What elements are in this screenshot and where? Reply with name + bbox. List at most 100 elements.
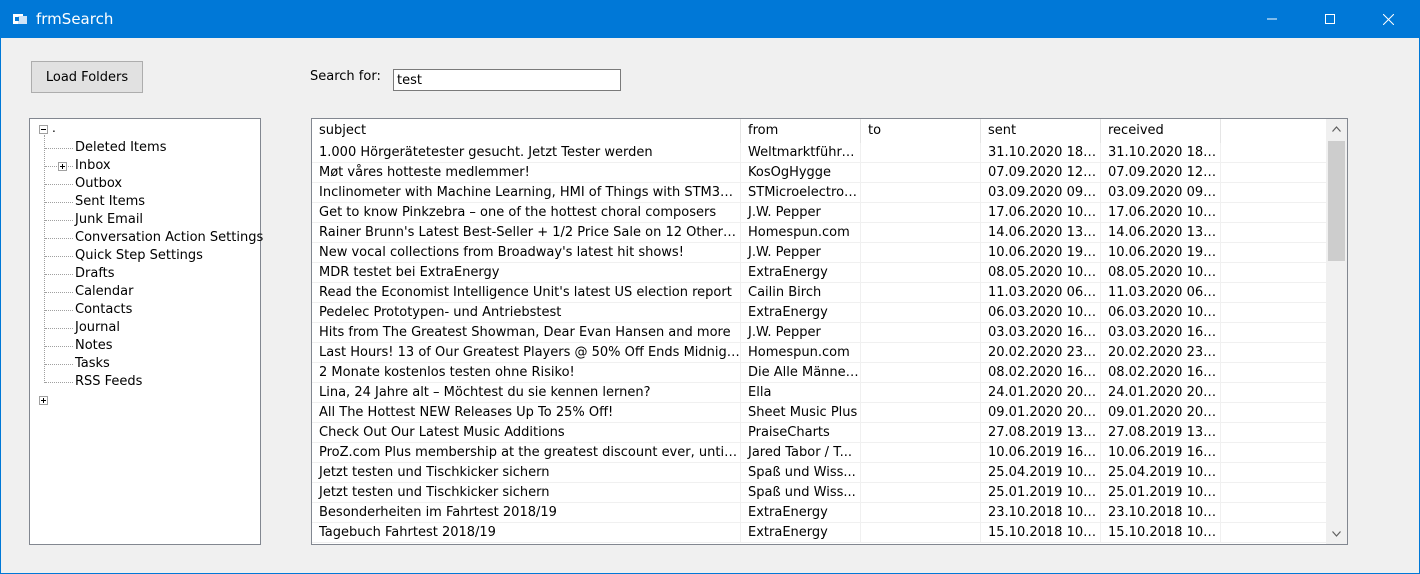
grid-body: 1.000 Hörgerätetester gesucht. Jetzt Tes… (312, 143, 1326, 543)
table-row[interactable]: MDR testet bei ExtraEnergy ExtraEnergy 08.… (312, 263, 1326, 283)
collapse-icon[interactable] (39, 125, 48, 134)
column-header-to[interactable]: to (861, 119, 981, 143)
cell-received: 03.03.2020 16:58:... (1101, 323, 1221, 343)
table-row[interactable]: Hits from The Greatest Showman, Dear Eva… (312, 323, 1326, 343)
tree-item[interactable]: Quick Step Settings (75, 247, 203, 265)
cell-to (861, 503, 981, 523)
table-row[interactable]: New vocal collections from Broadway's la… (312, 243, 1326, 263)
cell-from: Spaß und Wiss... (741, 463, 861, 483)
table-row[interactable]: Inclinometer with Machine Learning, HMI … (312, 183, 1326, 203)
table-row[interactable]: Get to know Pinkzebra – one of the hotte… (312, 203, 1326, 223)
cell-to (861, 423, 981, 443)
cell-subject: All The Hottest NEW Releases Up To 25% O… (312, 403, 741, 423)
column-header-subject[interactable]: subject (312, 119, 741, 143)
tree-item[interactable]: Journal (75, 319, 120, 337)
tree-item[interactable]: Outbox (75, 175, 122, 193)
cell-from: ExtraEnergy (741, 503, 861, 523)
table-row[interactable]: 2 Monate kostenlos testen ohne Risiko! Di… (312, 363, 1326, 383)
cell-sent: 10.06.2019 16:15:... (981, 443, 1101, 463)
tree-connector (45, 148, 73, 149)
cell-to (861, 523, 981, 543)
title-bar[interactable]: frmSearch (0, 0, 1420, 38)
cell-sent: 06.03.2020 10:02:... (981, 303, 1101, 323)
cell-from: J.W. Pepper (741, 203, 861, 223)
minimize-button[interactable] (1243, 0, 1301, 38)
table-row[interactable]: 1.000 Hörgerätetester gesucht. Jetzt Tes… (312, 143, 1326, 163)
scroll-thumb[interactable] (1328, 141, 1345, 261)
results-grid[interactable]: subject from to sent received 1.000 Hörg… (311, 118, 1348, 545)
scroll-down-button[interactable] (1326, 524, 1347, 544)
tree-connector (45, 238, 73, 239)
cell-sent: 25.01.2019 10:00:... (981, 483, 1101, 503)
close-button[interactable] (1359, 0, 1417, 38)
cell-to (861, 203, 981, 223)
cell-to (861, 223, 981, 243)
load-folders-button[interactable]: Load Folders (31, 61, 143, 93)
cell-to (861, 143, 981, 163)
scroll-up-button[interactable] (1326, 119, 1347, 139)
expand-icon[interactable] (58, 162, 67, 171)
tree-item[interactable]: Drafts (75, 265, 115, 283)
cell-received: 08.05.2020 10:14:... (1101, 263, 1221, 283)
cell-from: Weltmarktführer ... (741, 143, 861, 163)
tree-root-label[interactable]: . (52, 121, 56, 135)
search-input[interactable] (393, 69, 621, 91)
cell-received: 09.01.2020 20:50:... (1101, 403, 1221, 423)
cell-to (861, 263, 981, 283)
table-row[interactable]: Check Out Our Latest Music Additions Prai… (312, 423, 1326, 443)
cell-from: Die Alle Männer ... (741, 363, 861, 383)
cell-received: 25.01.2019 10:08:... (1101, 483, 1221, 503)
tree-item[interactable]: Contacts (75, 301, 132, 319)
table-row[interactable]: Jetzt testen und Tischkicker sichern Spa… (312, 483, 1326, 503)
folder-tree[interactable]: . Deleted Items Inbox Outbox Sent Items Junk… (29, 118, 263, 545)
column-header-sent[interactable]: sent (981, 119, 1101, 143)
tree-item[interactable]: Sent Items (75, 193, 145, 211)
tree-item[interactable]: Tasks (75, 355, 110, 373)
cell-received: 10.06.2020 19:19:... (1101, 243, 1221, 263)
tree-item[interactable]: RSS Feeds (75, 373, 142, 391)
cell-to (861, 323, 981, 343)
cell-subject: Jetzt testen und Tischkicker sichern (312, 463, 741, 483)
maximize-button[interactable] (1301, 0, 1359, 38)
cell-subject: MDR testet bei ExtraEnergy (312, 263, 741, 283)
table-row[interactable]: Rainer Brunn's Latest Best-Seller + 1/2 … (312, 223, 1326, 243)
cell-from: STMicroelectron... (741, 183, 861, 203)
client-area: Load Folders Search for: . Deleted Items… (1, 38, 1419, 573)
column-header-received[interactable]: received (1101, 119, 1221, 143)
close-icon (1382, 13, 1394, 25)
cell-sent: 27.08.2019 13:45:... (981, 423, 1101, 443)
vertical-scrollbar[interactable] (1326, 119, 1347, 544)
tree-item[interactable]: Junk Email (75, 211, 143, 229)
tree-item[interactable]: Notes (75, 337, 113, 355)
cell-received: 03.09.2020 09:50:... (1101, 183, 1221, 203)
table-row[interactable]: All The Hottest NEW Releases Up To 25% O… (312, 403, 1326, 423)
tree-connector (45, 310, 73, 311)
cell-to (861, 443, 981, 463)
table-row[interactable]: Jetzt testen und Tischkicker sichern Spa… (312, 463, 1326, 483)
tree-connector (45, 382, 73, 383)
table-row[interactable]: Møt våres hotteste medlemmer! KosOgHygge 0… (312, 163, 1326, 183)
cell-from: ExtraEnergy (741, 263, 861, 283)
table-row[interactable]: Tagebuch Fahrtest 2018/19 ExtraEnergy 15.1… (312, 523, 1326, 543)
tree-connector (45, 274, 73, 275)
cell-received: 20.02.2020 23:09:... (1101, 343, 1221, 363)
table-row[interactable]: Read the Economist Intelligence Unit's l… (312, 283, 1326, 303)
cell-from: Spaß und Wiss... (741, 483, 861, 503)
tree-item[interactable]: Deleted Items (75, 139, 166, 157)
cell-to (861, 383, 981, 403)
cell-received: 10.06.2019 16:15:... (1101, 443, 1221, 463)
table-row[interactable]: Besonderheiten im Fahrtest 2018/19 ExtraE… (312, 503, 1326, 523)
expand-icon[interactable] (39, 396, 48, 405)
cell-from: J.W. Pepper (741, 323, 861, 343)
tree-item[interactable]: Calendar (75, 283, 133, 301)
table-row[interactable]: ProZ.com Plus membership at the greatest… (312, 443, 1326, 463)
cell-subject: Inclinometer with Machine Learning, HMI … (312, 183, 741, 203)
table-row[interactable]: Lina, 24 Jahre alt – Möchtest du sie ken… (312, 383, 1326, 403)
tree-item[interactable]: Conversation Action Settings (75, 229, 263, 247)
table-row[interactable]: Pedelec Prototypen- und Antriebstest Extr… (312, 303, 1326, 323)
cell-from: ExtraEnergy (741, 523, 861, 543)
column-header-from[interactable]: from (741, 119, 861, 143)
search-label: Search for: (310, 69, 381, 84)
tree-item[interactable]: Inbox (75, 157, 111, 175)
table-row[interactable]: Last Hours! 13 of Our Greatest Players @… (312, 343, 1326, 363)
